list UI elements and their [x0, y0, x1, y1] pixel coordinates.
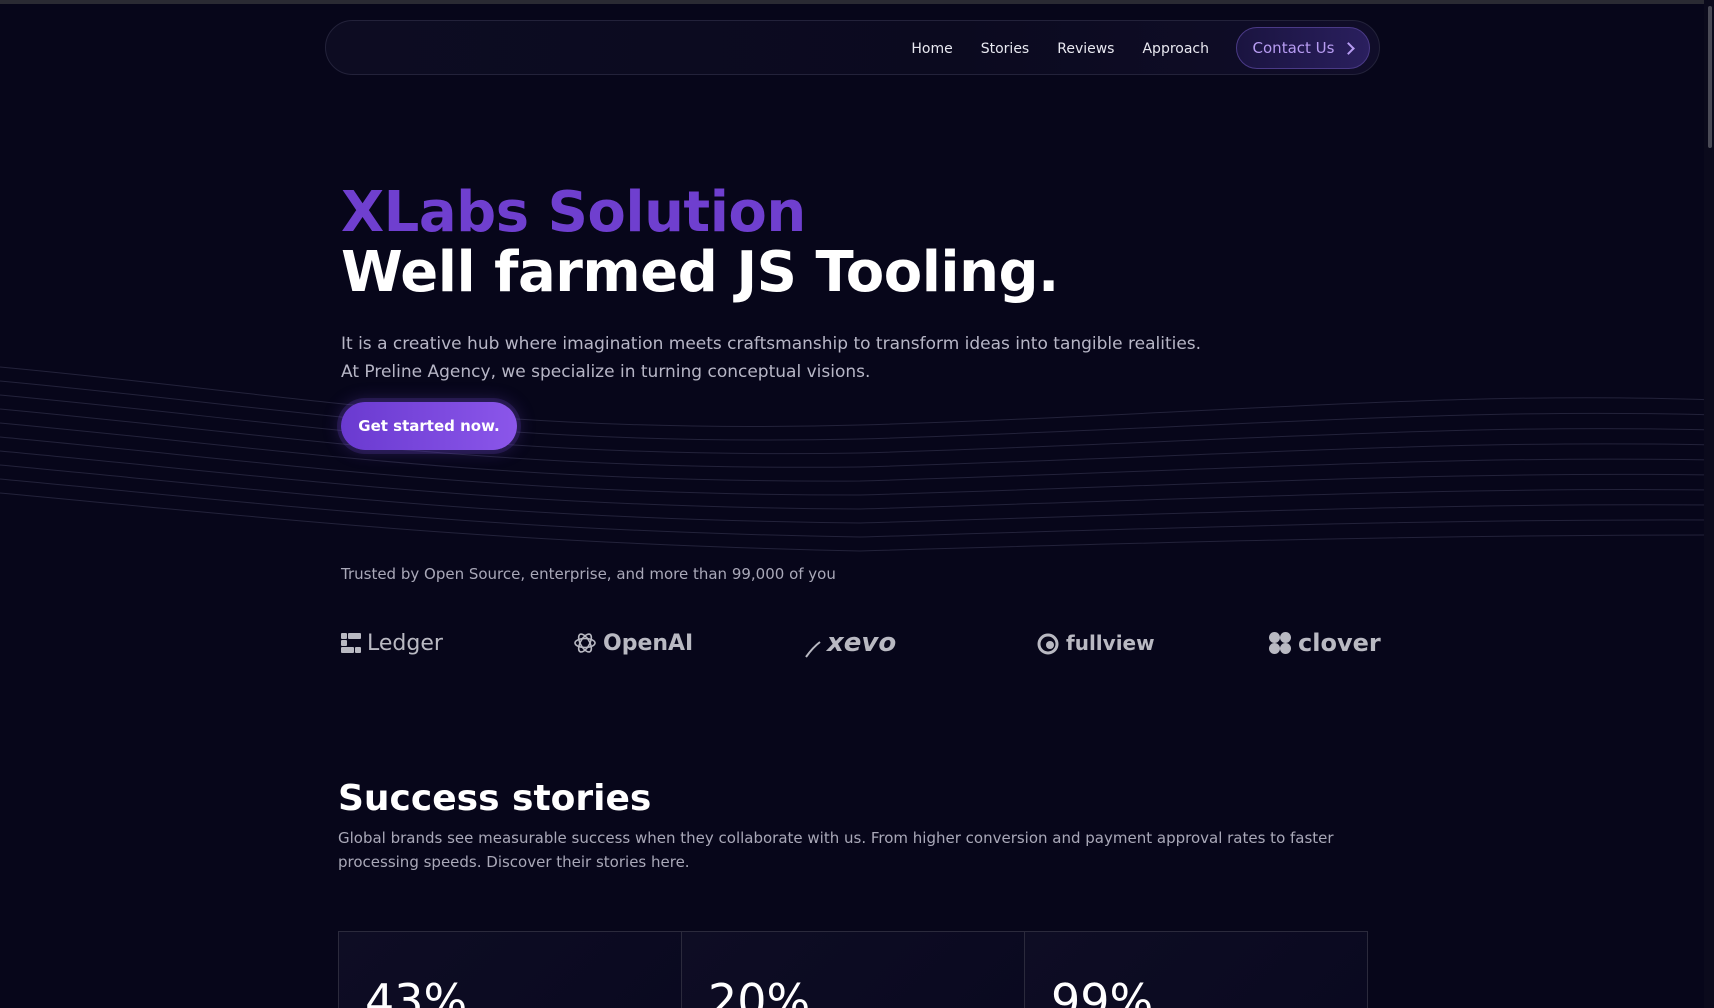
- fullview-logo-text: fullview: [1066, 631, 1155, 655]
- stat-value: 20%: [708, 974, 811, 1008]
- ledger-logo-text: Ledger: [367, 630, 443, 656]
- nav-link-reviews[interactable]: Reviews: [1057, 41, 1114, 57]
- page-scrollbar[interactable]: [1704, 0, 1714, 1008]
- stat-card: 99%: [1024, 932, 1367, 1008]
- fullview-logo: fullview: [1036, 622, 1155, 664]
- trusted-by-text: Trusted by Open Source, enterprise, and …: [341, 565, 836, 583]
- stats-cards: 43% 20% 99%: [338, 931, 1368, 1008]
- stat-value: 99%: [1051, 974, 1154, 1008]
- nav-links: Home Stories Reviews Approach: [911, 21, 1209, 76]
- ledger-logo: Ledger: [341, 622, 443, 664]
- clover-icon: [1269, 632, 1291, 654]
- xevo-logo: xevo: [805, 622, 896, 664]
- stat-card: 43%: [339, 932, 681, 1008]
- xevo-logo-text: xevo: [827, 628, 897, 658]
- clover-logo-text: clover: [1298, 629, 1381, 657]
- hero-title: Well farmed JS Tooling.: [341, 240, 1059, 305]
- chevron-right-icon: [1342, 41, 1356, 55]
- nav-link-approach[interactable]: Approach: [1142, 41, 1209, 57]
- nav-link-stories[interactable]: Stories: [981, 41, 1030, 57]
- window-top-border: [0, 0, 1714, 4]
- navbar: Home Stories Reviews Approach Contact Us: [325, 20, 1380, 75]
- stat-value: 43%: [365, 974, 468, 1008]
- scrollbar-thumb[interactable]: [1708, 6, 1712, 148]
- openai-logo-text: OpenAI: [603, 630, 694, 656]
- get-started-button[interactable]: Get started now.: [341, 402, 517, 450]
- success-stories-heading: Success stories: [338, 778, 652, 819]
- clover-logo: clover: [1268, 622, 1381, 664]
- openai-icon: [574, 633, 596, 653]
- xevo-swoosh-icon: [805, 641, 821, 658]
- contact-us-button[interactable]: Contact Us: [1236, 27, 1370, 69]
- hero-brand-heading: XLabs Solution: [341, 180, 806, 245]
- nav-link-home[interactable]: Home: [911, 41, 952, 57]
- fullview-icon: [1037, 633, 1059, 655]
- stat-card: 20%: [681, 932, 1024, 1008]
- openai-logo: OpenAI: [573, 622, 693, 664]
- contact-us-label: Contact Us: [1252, 39, 1335, 57]
- success-stories-description: Global brands see measurable success whe…: [338, 829, 1334, 871]
- ledger-icon: [341, 633, 361, 653]
- hero-description: It is a creative hub where imagination m…: [341, 334, 1202, 382]
